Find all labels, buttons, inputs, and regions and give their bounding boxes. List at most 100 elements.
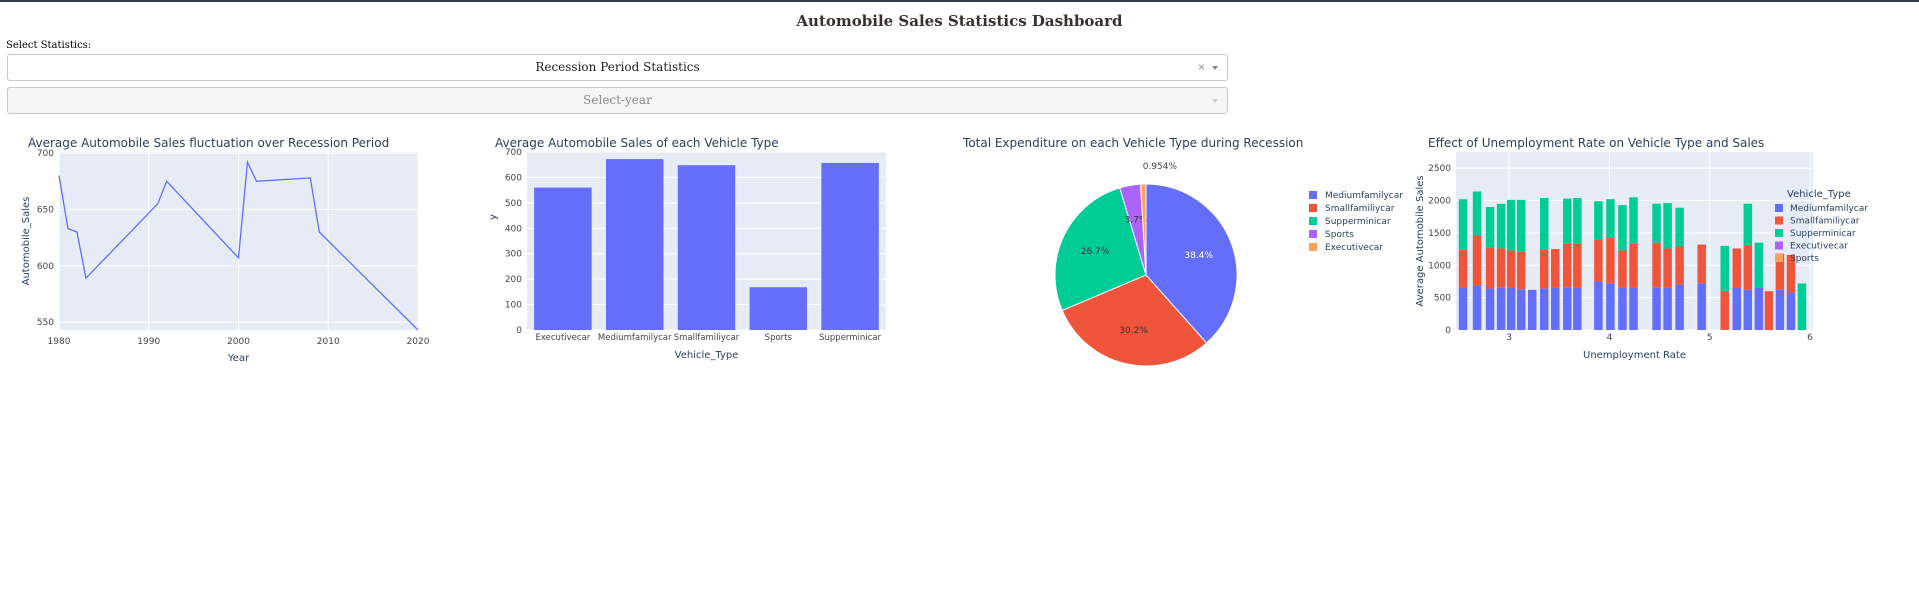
x-tick-label: Mediumfamilycar (598, 333, 672, 343)
stacked-bar-segment (1516, 199, 1526, 252)
stacked-bar-segment (1496, 287, 1506, 330)
stacked-bar-segment (1732, 248, 1742, 288)
stacked-bar-segment (1786, 292, 1796, 330)
stacked-bar-segment (1663, 287, 1672, 330)
y-axis-label: Average Automobile Sales (1415, 175, 1426, 306)
stacked-bar-segment (1496, 203, 1506, 249)
y-tick-label: 600 (505, 173, 522, 183)
y-tick-label: 0 (1445, 326, 1451, 336)
y-tick-label: 550 (37, 318, 54, 328)
y-tick-label: 1000 (1428, 261, 1451, 271)
y-tick-label: 700 (37, 149, 54, 159)
stacked-bar-segment (1606, 283, 1615, 330)
stacked-bar-segment (1720, 245, 1730, 292)
stacked-bar-segment (1652, 203, 1661, 243)
stacked-bar-segment (1563, 287, 1572, 330)
legend-swatch (1309, 230, 1317, 238)
legend-label: Supperminicar (1325, 217, 1391, 227)
legend-swatch (1309, 217, 1317, 225)
stacked-bar-segment (1764, 291, 1774, 330)
x-tick-label: 2020 (407, 337, 430, 347)
year-dropdown-placeholder: Select-year (583, 93, 652, 107)
stacked-bar-segment (1527, 289, 1537, 330)
legend-swatch (1775, 254, 1783, 262)
y-tick-label: 200 (505, 275, 522, 285)
chart-title: Average Automobile Sales fluctuation ove… (28, 136, 389, 150)
stacked-bar-segment (1663, 203, 1672, 249)
stacked-bar-segment (1594, 240, 1603, 282)
x-tick-label: 1980 (48, 337, 71, 347)
stacked-bar-segment (1606, 199, 1615, 239)
y-tick-label: 300 (505, 250, 522, 260)
legend-label: Sports (1790, 254, 1819, 264)
stacked-bar-unemployment-chart: Effect of Unemployment Rate on Vehicle T… (1415, 136, 1868, 361)
select-statistics-label: Select Statistics: (6, 40, 92, 51)
stacked-bar-segment (1675, 246, 1684, 285)
statistics-dropdown[interactable]: Recession Period Statistics × (7, 54, 1228, 81)
stacked-bar-segment (1629, 287, 1638, 330)
bar (534, 187, 592, 330)
y-axis-label: Automobile_Sales (21, 197, 32, 286)
chart-title: Effect of Unemployment Rate on Vehicle T… (1428, 136, 1764, 150)
stacked-bar-segment (1472, 191, 1482, 236)
stacked-bar-segment (1697, 283, 1706, 330)
stacked-bar-segment (1606, 238, 1615, 284)
stacked-bar-segment (1652, 242, 1661, 288)
stacked-bar-segment (1458, 249, 1468, 288)
bar (749, 287, 808, 330)
legend-label: Supperminicar (1790, 229, 1856, 239)
x-axis-label: Year (227, 353, 250, 364)
stacked-bar-segment (1797, 283, 1807, 330)
y-tick-label: 0 (516, 326, 522, 336)
stacked-bar-segment (1775, 289, 1785, 330)
pie-chart-expenditure: Total Expenditure on each Vehicle Type d… (962, 136, 1403, 367)
line-chart-recession-sales: Average Automobile Sales fluctuation ove… (21, 136, 430, 364)
stacked-bar-segment (1516, 251, 1526, 290)
stacked-bar-segment (1743, 203, 1753, 246)
stacked-bar-segment (1697, 244, 1706, 284)
bar (677, 165, 736, 330)
stacked-bar-segment (1618, 205, 1627, 251)
stacked-bar-segment (1472, 235, 1482, 286)
stacked-bar-segment (1539, 197, 1549, 250)
slice-label: 38.4% (1184, 251, 1213, 261)
legend-swatch (1775, 204, 1783, 212)
bar (821, 162, 879, 330)
legend-label: Mediumfamilycar (1790, 204, 1868, 214)
stacked-bar-segment (1506, 287, 1516, 330)
year-dropdown[interactable]: Select-year (7, 87, 1228, 114)
y-tick-label: 500 (1434, 294, 1451, 304)
x-axis-label: Vehicle_Type (675, 350, 739, 361)
x-tick-label: 6 (1807, 333, 1813, 343)
stacked-bar-segment (1652, 287, 1661, 330)
stacked-bar-segment (1663, 248, 1672, 288)
dashboard-title: Automobile Sales Statistics Dashboard (796, 12, 1123, 30)
stacked-bar-segment (1485, 288, 1495, 330)
stacked-bar-segment (1539, 288, 1549, 330)
stacked-bar-segment (1458, 287, 1468, 330)
chevron-down-icon[interactable] (1212, 66, 1218, 70)
clear-icon[interactable]: × (1198, 60, 1205, 74)
stacked-bar-segment (1594, 281, 1603, 330)
chevron-down-icon[interactable] (1212, 99, 1218, 103)
x-tick-label: Supperminicar (819, 333, 881, 343)
stacked-bar-segment (1516, 289, 1526, 330)
x-tick-label: Sports (765, 333, 793, 343)
legend-swatch (1309, 204, 1317, 212)
slice-label: 0.954% (1143, 162, 1178, 172)
stacked-bar-segment (1629, 243, 1638, 288)
legend-swatch (1309, 191, 1317, 199)
bar (605, 159, 664, 330)
slice-label: 26.7% (1081, 247, 1110, 257)
y-tick-label: 700 (505, 148, 522, 158)
y-tick-label: 650 (37, 205, 54, 215)
x-axis-label: Unemployment Rate (1583, 350, 1686, 361)
x-tick-label: 3 (1506, 333, 1512, 343)
y-tick-label: 2000 (1428, 197, 1451, 207)
x-tick-label: 5 (1707, 333, 1713, 343)
x-tick-label: Executivecar (536, 333, 591, 343)
y-tick-label: 500 (505, 199, 522, 209)
stacked-bar-segment (1754, 287, 1764, 330)
legend-swatch (1775, 216, 1783, 225)
stacked-bar-segment (1506, 250, 1516, 288)
